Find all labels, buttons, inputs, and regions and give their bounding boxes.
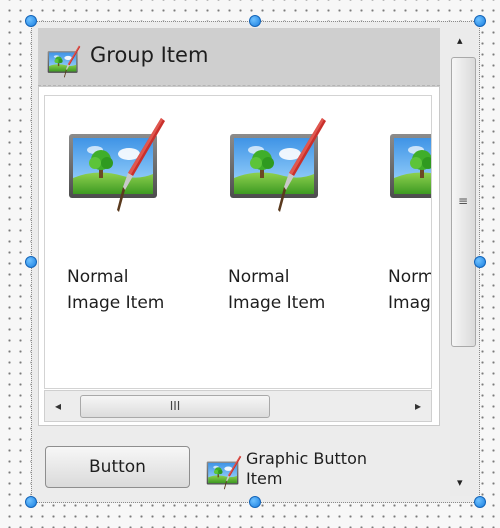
selection-handle-left[interactable] bbox=[25, 256, 37, 268]
graphic-button-label-line1: Graphic Button bbox=[246, 449, 367, 468]
horizontal-scroll-thumb[interactable]: III bbox=[80, 395, 270, 418]
image-edit-icon bbox=[206, 455, 242, 491]
selection-handle-top[interactable] bbox=[249, 15, 261, 27]
image-item-label: Normal Image Item bbox=[388, 264, 431, 316]
image-edit-icon bbox=[388, 116, 432, 216]
image-item[interactable]: Normal Image Item bbox=[67, 96, 217, 376]
image-item-label-line1: Normal bbox=[67, 267, 129, 287]
graphic-button-label: Graphic Button Item bbox=[246, 449, 446, 489]
image-item-label: Normal Image Item bbox=[67, 264, 207, 316]
image-list[interactable]: Normal Image Item Normal Image Item Norm… bbox=[44, 95, 432, 389]
group-item-title: Group Item bbox=[90, 43, 209, 67]
selection-handle-bottom-left[interactable] bbox=[25, 496, 37, 508]
image-item-label-line2: Image Item bbox=[67, 293, 165, 313]
image-item-label-line1: Normal bbox=[228, 267, 290, 287]
vertical-scroll-thumb[interactable]: ≡ bbox=[451, 57, 476, 347]
group-item-header[interactable]: Group Item bbox=[38, 28, 440, 86]
push-button[interactable]: Button bbox=[45, 446, 190, 488]
image-item-label-line2: Image Item bbox=[228, 293, 326, 313]
scroll-up-arrow-icon[interactable]: ▴ bbox=[457, 34, 463, 47]
scroll-right-arrow-icon[interactable]: ▸ bbox=[415, 399, 421, 413]
image-item-label: Normal Image Item bbox=[228, 264, 368, 316]
selection-handle-bottom-right[interactable] bbox=[474, 496, 486, 508]
image-item-label-line1: Normal bbox=[388, 267, 431, 287]
image-item[interactable]: Normal Image Item bbox=[388, 96, 432, 376]
horizontal-scrollbar[interactable]: ◂ III ▸ bbox=[44, 390, 432, 422]
image-list-panel: Normal Image Item Normal Image Item Norm… bbox=[38, 86, 440, 426]
image-item-label-line2: Image Item bbox=[388, 293, 431, 313]
image-edit-icon bbox=[47, 45, 81, 79]
scroll-down-arrow-icon[interactable]: ▾ bbox=[457, 476, 463, 489]
graphic-button-label-line2: Item bbox=[246, 469, 283, 488]
image-edit-icon bbox=[67, 116, 167, 216]
graphic-button-item[interactable]: Graphic Button Item bbox=[206, 447, 446, 497]
grip-icon: III bbox=[169, 399, 181, 413]
scroll-left-arrow-icon[interactable]: ◂ bbox=[55, 399, 61, 413]
vertical-scrollbar[interactable]: ▴ ≡ ▾ bbox=[450, 28, 476, 496]
selection-handle-top-right[interactable] bbox=[474, 15, 486, 27]
grip-icon: ≡ bbox=[458, 194, 469, 208]
selection-handle-bottom[interactable] bbox=[249, 496, 261, 508]
image-item[interactable]: Normal Image Item bbox=[228, 96, 378, 376]
selection-handle-right[interactable] bbox=[474, 256, 486, 268]
selection-handle-top-left[interactable] bbox=[25, 15, 37, 27]
image-edit-icon bbox=[228, 116, 328, 216]
